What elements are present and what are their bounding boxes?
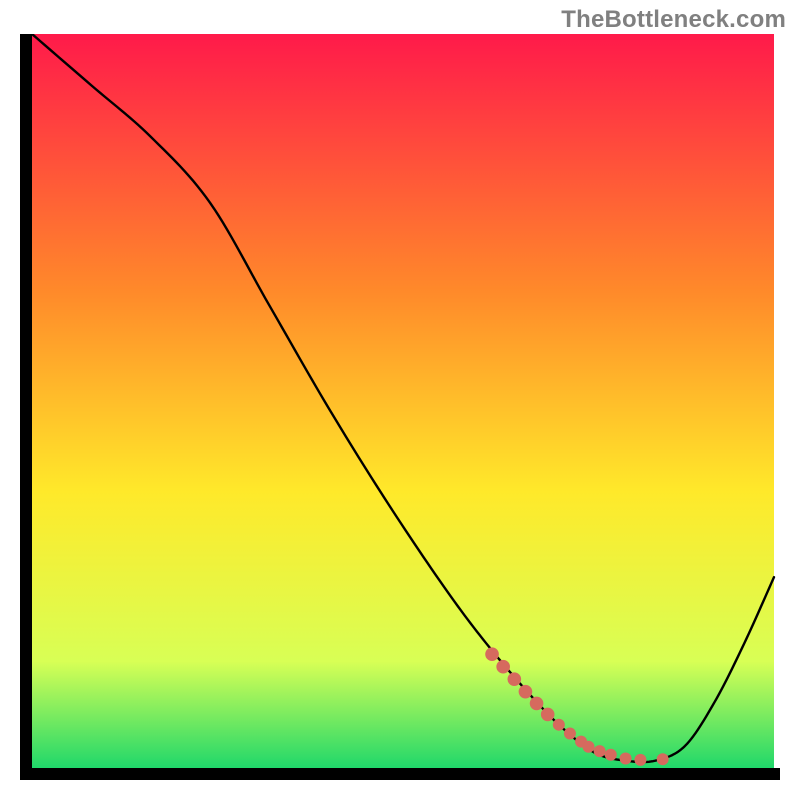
highlight-dot xyxy=(620,752,632,764)
highlight-dot xyxy=(519,685,533,699)
highlight-dot xyxy=(634,754,646,766)
highlight-dot xyxy=(508,672,522,686)
chart-stage: TheBottleneck.com xyxy=(0,0,800,800)
chart-svg xyxy=(20,34,780,780)
watermark-text: TheBottleneck.com xyxy=(561,6,786,34)
highlight-dot xyxy=(553,719,565,731)
highlight-dot xyxy=(541,708,555,722)
chart-plot-area xyxy=(20,34,780,780)
highlight-dot xyxy=(496,660,510,674)
highlight-dot xyxy=(583,741,595,753)
highlight-dot xyxy=(564,728,576,740)
highlight-dot xyxy=(530,697,544,711)
highlight-dot xyxy=(605,749,617,761)
highlight-dot xyxy=(485,647,499,661)
gradient-background xyxy=(26,34,774,772)
highlight-dot xyxy=(657,753,669,765)
highlight-dot xyxy=(594,745,606,757)
